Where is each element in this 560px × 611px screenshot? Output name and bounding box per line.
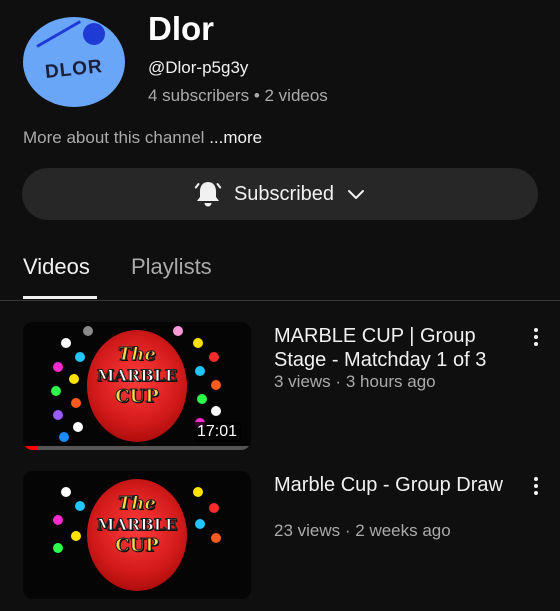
meta-separator: · xyxy=(344,521,356,540)
video-age: 2 weeks ago xyxy=(355,521,451,540)
video-age: 3 hours ago xyxy=(345,372,436,391)
bell-icon xyxy=(194,179,222,209)
video-list-item[interactable]: The MARBLE CUP 17:01 MARBLE CUP | Group … xyxy=(0,322,560,462)
avatar-ball-graphic xyxy=(83,23,105,45)
avatar-logo-text: DLOR xyxy=(44,56,104,83)
meta-separator: · xyxy=(335,372,346,391)
watch-progress-bar xyxy=(23,446,251,450)
channel-stats: 4 subscribers • 2 videos xyxy=(148,86,328,105)
video-thumbnail[interactable]: The MARBLE CUP xyxy=(23,471,251,599)
tab-playlists[interactable]: Playlists xyxy=(131,254,212,280)
video-views: 23 views xyxy=(274,521,341,540)
thumbnail-text-marble: MARBLE xyxy=(96,366,178,386)
channel-name: Dlor xyxy=(148,10,214,47)
more-vert-icon[interactable] xyxy=(528,475,544,497)
watch-progress-fill xyxy=(23,446,37,450)
video-views: 3 views xyxy=(274,372,331,391)
channel-tabs: Videos Playlists xyxy=(0,232,560,301)
more-vert-icon[interactable] xyxy=(528,326,544,348)
thumbnail-text-cup: CUP xyxy=(115,535,160,557)
thumbnail-text-cup: CUP xyxy=(115,386,160,408)
video-duration: 17:01 xyxy=(192,422,241,442)
thumbnail-text-the: The xyxy=(118,344,157,366)
about-text: More about this channel xyxy=(23,128,205,147)
video-meta: 23 views · 2 weeks ago xyxy=(274,521,451,541)
about-more-link[interactable]: ...more xyxy=(209,128,262,147)
video-thumbnail[interactable]: The MARBLE CUP 17:01 xyxy=(23,322,251,450)
video-title[interactable]: Marble Cup - Group Draw xyxy=(274,473,524,497)
avatar-wand-graphic xyxy=(36,20,82,48)
subscribed-label: Subscribed xyxy=(233,182,335,205)
thumbnail-text-marble: MARBLE xyxy=(96,515,178,535)
channel-avatar[interactable]: DLOR xyxy=(23,17,125,107)
video-meta: 3 views · 3 hours ago xyxy=(274,372,436,392)
channel-handle: @Dlor-p5g3y xyxy=(148,58,249,77)
chevron-down-icon xyxy=(346,187,366,201)
subscribed-button[interactable]: Subscribed xyxy=(22,168,538,220)
selected-tab-indicator xyxy=(23,296,97,299)
channel-about[interactable]: More about this channel ...more xyxy=(23,128,262,148)
video-list-item[interactable]: The MARBLE CUP Marble Cup - Group Draw 2… xyxy=(0,471,560,611)
thumbnail-text-the: The xyxy=(118,493,157,515)
tab-videos[interactable]: Videos xyxy=(23,254,90,280)
video-title[interactable]: MARBLE CUP | Group Stage - Matchday 1 of… xyxy=(274,324,524,372)
